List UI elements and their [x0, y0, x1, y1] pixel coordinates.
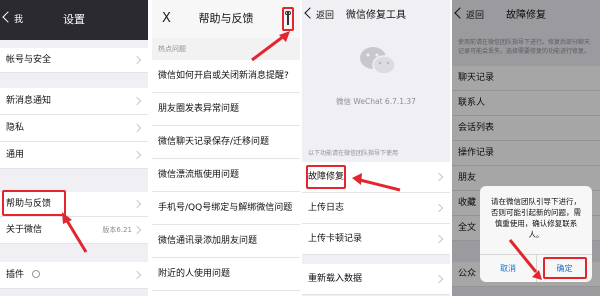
help-feedback-panel: X 帮助与反馈 热点问题 微信如何开启或关闭新消息提醒? 朋友圈发表异常问题 微… [152, 0, 300, 296]
red-arrow [508, 239, 542, 280]
red-arrow [352, 173, 401, 192]
repair-tool-panel: 返回 微信修复工具 微信 WeChat 6.7.1.37 以下功能请在微信团队指… [302, 0, 450, 296]
red-arrow [251, 31, 290, 62]
fault-repair-panel: 返回 故障修复 使用前请在微信团队指导下进行。修复后部分聊天记录可能会丢失，选择… [452, 0, 600, 296]
settings-panel: 我 设置 帐号与安全 新消息通知 隐私 通用 帮助与反馈 关于微信 版本6.21… [0, 0, 148, 296]
red-arrow [62, 212, 88, 253]
